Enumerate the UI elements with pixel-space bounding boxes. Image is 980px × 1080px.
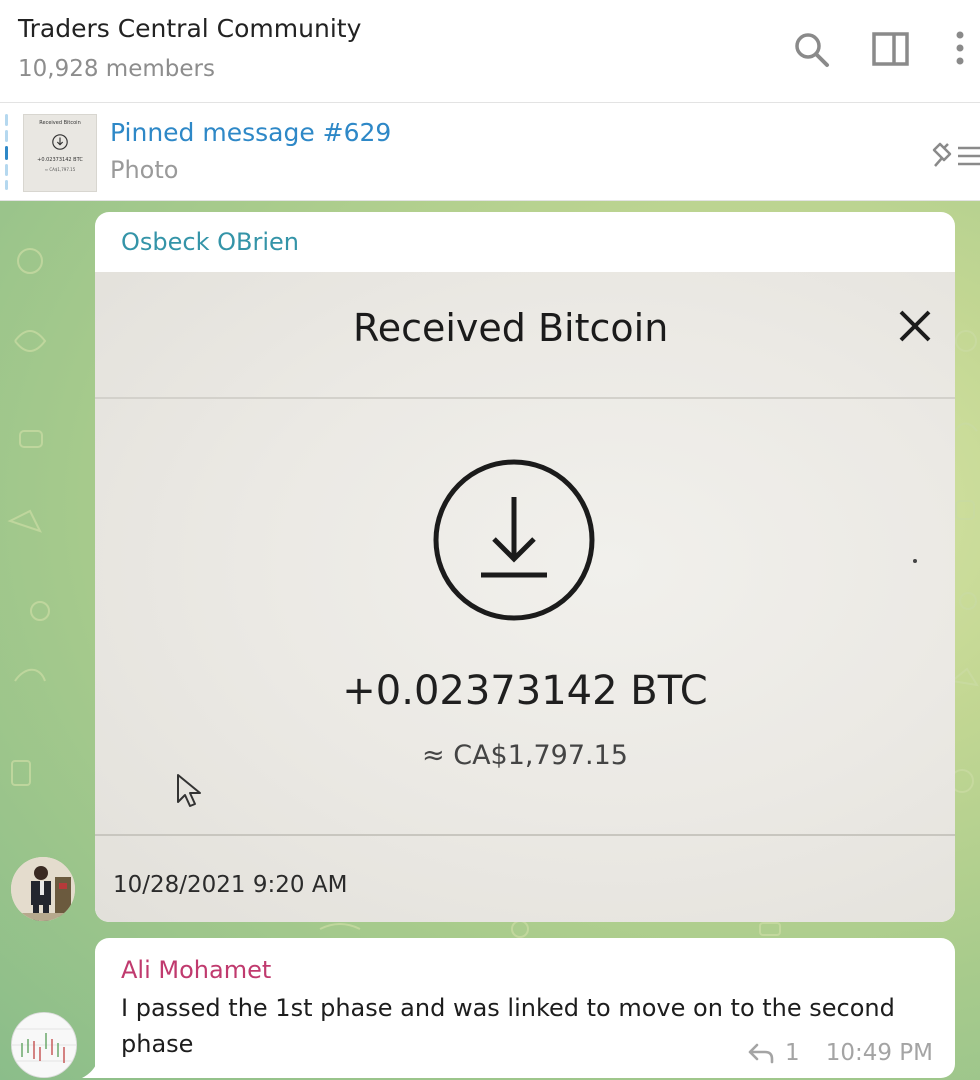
photo-amount: +0.02373142 BTC [342,668,708,714]
thumb-title: Received Bitcoin [39,120,81,126]
message-bubble-photo[interactable]: Osbeck OBrien Received Bitcoin +0.023731… [95,212,955,922]
chart-avatar-icon [12,1013,76,1077]
more-vertical-icon[interactable] [940,30,980,70]
user-avatar-icon [11,857,75,921]
chat-header: Traders Central Community 10,928 members [0,0,980,103]
photo-date: 10/28/2021 9:20 AM [113,872,348,898]
close-icon [899,310,931,342]
reply-icon[interactable] [747,1041,775,1065]
photo-speck [913,559,917,563]
message-time: 10:49 PM [825,1040,933,1066]
pinned-thumbnail[interactable]: Received Bitcoin +0.02373142 BTC ≈ CA$1,… [23,114,97,192]
pinned-title[interactable]: Pinned message #629 [110,118,391,147]
photo-title: Received Bitcoin [353,306,669,350]
sender-name[interactable]: Osbeck OBrien [121,228,299,256]
message-meta: 1 10:49 PM [747,1038,933,1068]
message-photo[interactable]: Received Bitcoin +0.02373142 BTC ≈ CA$1,… [95,272,955,922]
message-bubble-text[interactable]: Ali Mohamet I passed the 1st phase and w… [95,938,955,1078]
mouse-cursor-icon [177,774,201,807]
avatar[interactable] [11,857,75,921]
pinned-message-bar[interactable]: Received Bitcoin +0.02373142 BTC ≈ CA$1,… [0,104,980,201]
pinned-subtitle: Photo [110,156,179,184]
reply-count[interactable]: 1 [785,1040,800,1066]
avatar[interactable] [11,1012,77,1078]
sender-name[interactable]: Ali Mohamet [121,956,271,984]
photo-divider-bottom [95,834,955,836]
sidebar-toggle-icon[interactable] [871,30,911,70]
member-count: 10,928 members [18,56,215,82]
thumb-fiat: ≈ CA$1,797.15 [44,167,76,172]
download-circle-icon [52,134,68,150]
thumb-amount: +0.02373142 BTC [37,157,83,163]
download-circle-icon [433,459,595,621]
chat-title[interactable]: Traders Central Community [18,14,361,43]
photo-fiat-value: ≈ CA$1,797.15 [422,740,628,771]
pinned-list-icon[interactable] [930,140,980,170]
chat-area: Osbeck OBrien Received Bitcoin +0.023731… [0,201,980,1080]
pinned-index-track [5,114,8,190]
photo-divider [95,397,955,399]
search-icon[interactable] [792,30,832,70]
